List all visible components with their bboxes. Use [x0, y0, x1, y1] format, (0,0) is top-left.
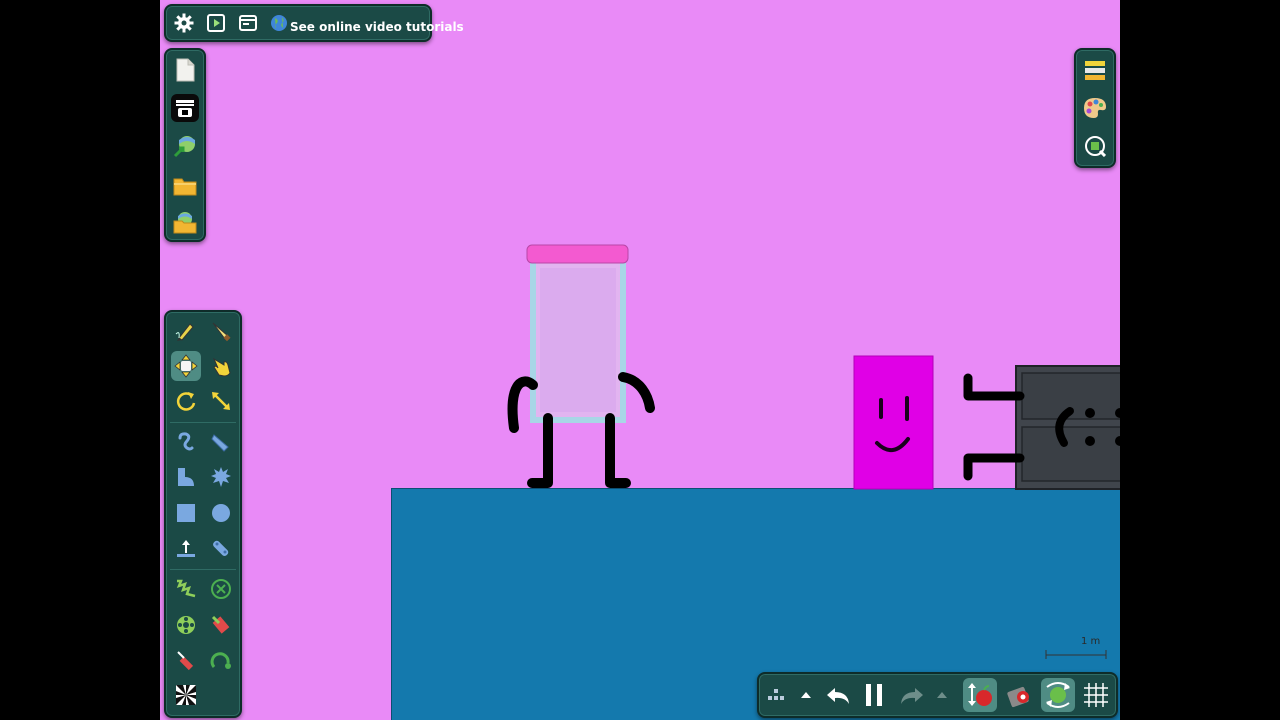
glass-character[interactable]	[500, 240, 680, 495]
gravity-icon[interactable]	[963, 678, 997, 712]
rope-icon[interactable]	[171, 427, 201, 457]
canvas-stage[interactable]: 1 m See online video tutorials	[160, 0, 1120, 720]
new-file-icon[interactable]	[171, 56, 199, 84]
knife-icon[interactable]	[206, 316, 236, 346]
grid-icon[interactable]	[1079, 678, 1113, 712]
draw-tools-panel	[164, 310, 242, 718]
hinge-icon[interactable]	[171, 610, 201, 640]
gear-icon[interactable]	[172, 11, 196, 35]
fixate-icon[interactable]	[206, 574, 236, 604]
file-tools-panel	[164, 48, 206, 242]
pencil-icon[interactable]	[171, 316, 201, 346]
tool-separator	[170, 422, 236, 423]
polygon-icon[interactable]	[171, 462, 201, 492]
tool-separator	[170, 569, 236, 570]
magenta-box-character[interactable]	[853, 355, 935, 490]
shape-toggle-icon[interactable]	[1041, 678, 1075, 712]
texture-icon[interactable]	[171, 680, 201, 710]
collision-icon[interactable]	[1003, 678, 1037, 712]
move-icon[interactable]	[171, 351, 201, 381]
tracer-icon[interactable]	[206, 610, 236, 640]
laser-icon[interactable]	[171, 645, 201, 675]
scale-label: 1 m	[1081, 636, 1101, 647]
grid-settings-icon[interactable]	[763, 682, 789, 708]
window-icon[interactable]	[236, 11, 260, 35]
axle-icon[interactable]	[206, 645, 236, 675]
open-image-folder-icon[interactable]	[171, 208, 199, 236]
gear-shape-icon[interactable]	[206, 462, 236, 492]
palette-icon[interactable]	[1081, 94, 1109, 122]
scale-icon[interactable]	[206, 386, 236, 416]
right-tools-panel	[1074, 48, 1116, 168]
globe-icon[interactable]	[268, 12, 290, 34]
cabinet-character[interactable]	[960, 365, 1120, 490]
chevron-up-icon[interactable]	[931, 682, 953, 708]
thruster-icon[interactable]	[171, 533, 201, 563]
undo-icon[interactable]	[823, 680, 853, 710]
rotate-icon[interactable]	[171, 386, 201, 416]
layers-icon[interactable]	[1081, 56, 1109, 84]
spring-icon[interactable]	[171, 574, 201, 604]
plank-icon[interactable]	[206, 533, 236, 563]
top-toolbar: See online video tutorials	[164, 4, 464, 42]
circle-icon[interactable]	[206, 498, 236, 528]
pause-icon[interactable]	[859, 680, 889, 710]
redo-icon[interactable]	[897, 680, 927, 710]
save-icon[interactable]	[171, 94, 199, 122]
drag-hand-icon[interactable]	[206, 351, 236, 381]
scale-bar	[1045, 650, 1107, 659]
box-icon[interactable]	[171, 498, 201, 528]
zoom-icon[interactable]	[1081, 132, 1109, 160]
bottom-toolbar	[757, 672, 1118, 718]
export-image-icon[interactable]	[171, 132, 199, 160]
brush-icon[interactable]	[206, 427, 236, 457]
play-icon[interactable]	[204, 11, 228, 35]
open-folder-icon[interactable]	[171, 172, 199, 200]
chevron-up-icon[interactable]	[795, 682, 817, 708]
tutorials-link[interactable]: See online video tutorials	[290, 20, 464, 34]
